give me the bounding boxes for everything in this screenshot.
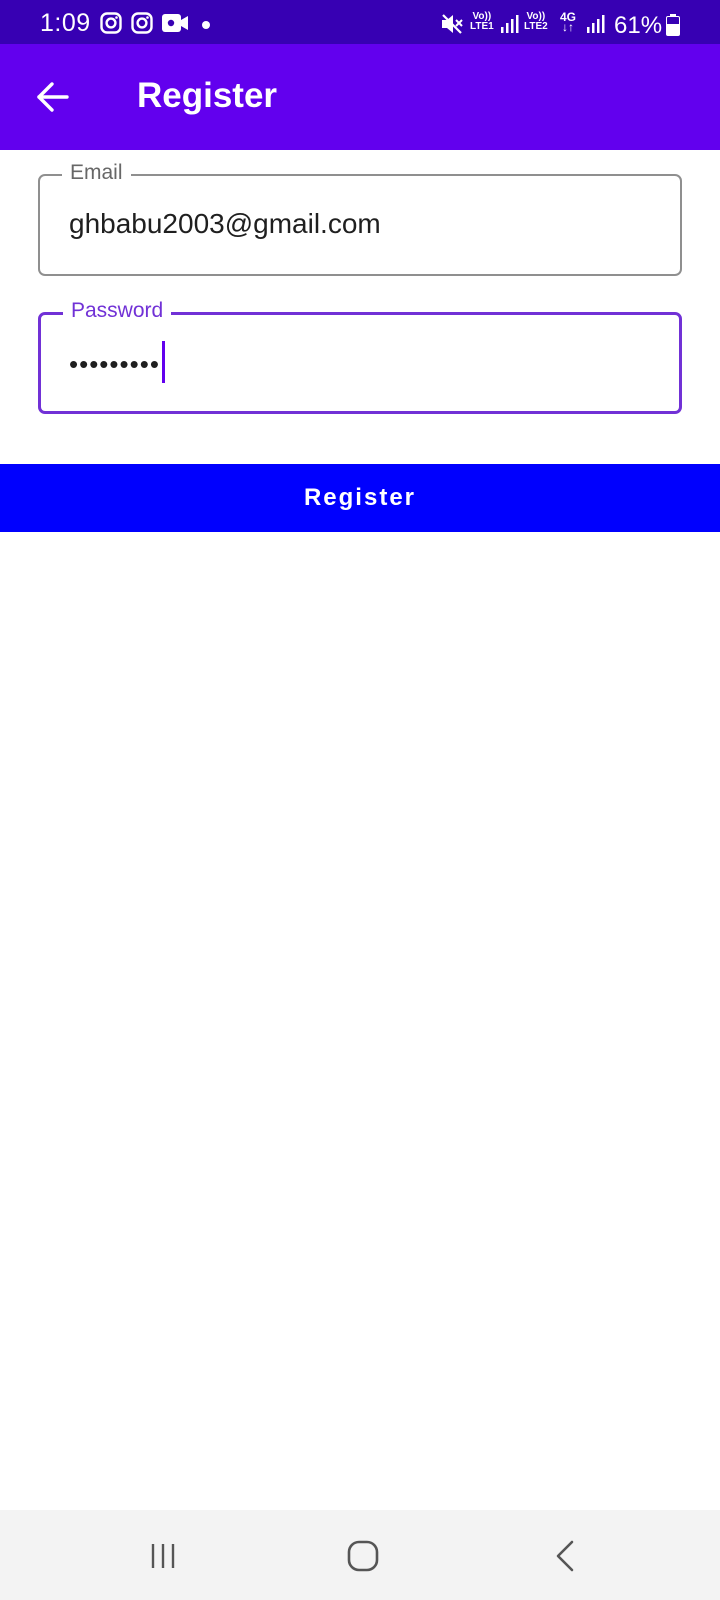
email-label: Email: [62, 160, 131, 186]
video-camera-icon: [162, 14, 188, 32]
signal-icon: [501, 15, 519, 33]
instagram-icon: [131, 12, 153, 34]
home-icon[interactable]: [341, 1534, 385, 1578]
mute-icon: [442, 14, 463, 34]
sim1-lte-text: LTE1: [470, 21, 494, 32]
data-arrows-icon: ↓↑: [562, 20, 574, 34]
network-type: 4G ↓↑: [560, 11, 576, 34]
text-cursor: [161, 341, 165, 383]
navigation-bar: [0, 1510, 720, 1600]
app-bar: Register: [0, 44, 720, 150]
back-icon[interactable]: [544, 1534, 588, 1578]
notification-dot: [202, 21, 210, 29]
sim1-network-label: Vo)) LTE1: [470, 12, 494, 32]
sim2-network-label: Vo)) LTE2: [524, 12, 548, 32]
signal-icon: [587, 15, 605, 33]
battery-icon: [666, 14, 680, 36]
status-time: 1:09: [40, 9, 91, 37]
arrow-left-icon[interactable]: [36, 80, 70, 114]
recent-apps-icon[interactable]: [141, 1534, 185, 1578]
password-label: Password: [63, 298, 172, 324]
password-field[interactable]: Password •••••••••: [38, 298, 682, 414]
email-field[interactable]: Email ghbabu2003@gmail.com: [38, 160, 682, 276]
instagram-icon: [100, 12, 122, 34]
email-input-value: ghbabu2003@gmail.com: [69, 208, 381, 239]
sim2-lte-text: LTE2: [524, 21, 548, 32]
status-bar: 1:09 Vo)) LTE1 Vo)) LTE2 4G ↓↑ 61%: [0, 0, 720, 44]
register-button[interactable]: Register: [0, 464, 720, 532]
battery-percent: 61%: [614, 12, 663, 39]
password-masked-text: •••••••••: [69, 348, 160, 379]
page-title: Register: [137, 76, 278, 115]
password-input-value: •••••••••: [69, 341, 165, 387]
